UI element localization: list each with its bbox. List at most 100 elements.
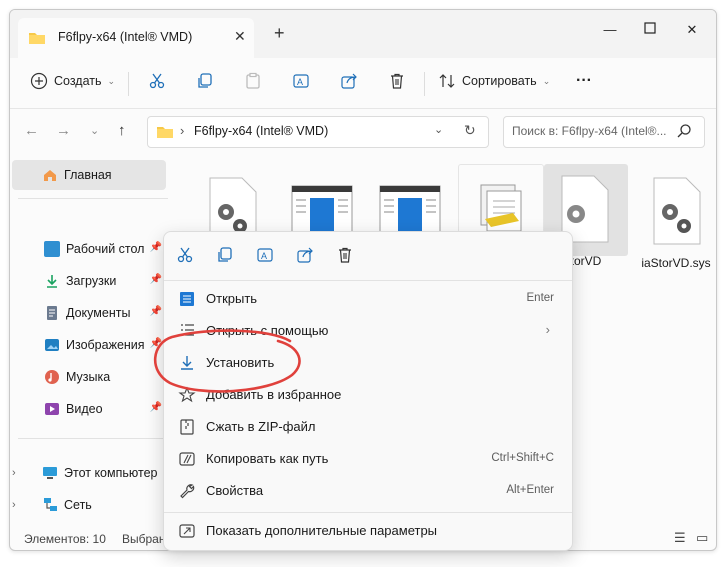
cut-button[interactable]	[148, 72, 166, 90]
chevron-down-icon: ⌄	[542, 75, 551, 86]
menu-item-properties[interactable]: Свойства Alt+Enter	[170, 476, 566, 506]
highlight-circle	[153, 329, 301, 393]
tab-title: F6flpy-x64 (Intel® VMD)	[58, 30, 193, 44]
divider	[18, 198, 168, 199]
refresh-icon[interactable]: ↻	[464, 122, 476, 139]
search-input[interactable]: Поиск в: F6flpy-x64 (Intel®...	[503, 116, 705, 148]
rename-button[interactable]: A	[292, 72, 310, 90]
show-more-icon	[178, 522, 196, 540]
home-icon	[44, 170, 56, 181]
music-icon	[45, 370, 59, 384]
sidebar-label: Документы	[66, 306, 131, 320]
folder-icon	[28, 30, 46, 49]
sidebar-item-this-pc[interactable]: › Этот компьютер	[12, 458, 166, 488]
copy-icon	[198, 73, 212, 88]
trash-icon[interactable]	[336, 246, 356, 266]
menu-item-open[interactable]: Открыть Enter	[170, 284, 566, 314]
chevron-right-icon[interactable]: ›	[12, 467, 24, 479]
menu-item-shortcut: Enter	[526, 292, 555, 304]
more-options-button[interactable]: ···	[576, 72, 592, 90]
download-icon	[47, 275, 57, 288]
divider	[164, 512, 572, 513]
item-count: Элементов: 10	[24, 532, 106, 546]
menu-item-zip[interactable]: Сжать в ZIP-файл	[170, 412, 566, 442]
new-button[interactable]: Создать ⌄	[30, 72, 115, 90]
context-quick-actions: A	[164, 232, 572, 280]
recent-chevron-icon[interactable]: ⌄	[90, 124, 99, 137]
tiles-view-icon[interactable]: ▭	[696, 530, 708, 546]
trash-icon	[391, 73, 403, 89]
divider	[424, 72, 425, 96]
sidebar-item-home[interactable]: Главная	[12, 160, 166, 190]
share-icon	[341, 73, 357, 89]
search-placeholder: Поиск в: F6flpy-x64 (Intel®...	[512, 124, 667, 138]
svg-text:A: A	[261, 251, 267, 261]
sidebar-item-pictures[interactable]: Изображения 📌	[12, 330, 166, 360]
command-bar: Создать ⌄ A Сортировать ⌄ ···	[10, 58, 716, 109]
sort-button[interactable]: Сортировать ⌄	[438, 72, 550, 90]
back-arrow-icon[interactable]: ←	[24, 122, 39, 139]
pictures-icon	[45, 339, 59, 351]
sidebar-label: Сеть	[64, 498, 92, 512]
tab-folder[interactable]: F6flpy-x64 (Intel® VMD) ✕	[18, 18, 254, 58]
close-window-icon[interactable]: ✕	[682, 22, 702, 42]
divider	[18, 438, 168, 439]
chevron-down-icon[interactable]: ⌄	[434, 123, 443, 136]
title-bar: F6flpy-x64 (Intel® VMD) ✕ + — ✕	[10, 10, 716, 58]
sidebar-label: Видео	[66, 402, 103, 416]
menu-item-copy-path[interactable]: Копировать как путь Ctrl+Shift+C	[170, 444, 566, 474]
chevron-right-icon: ›	[180, 123, 185, 138]
clipboard-icon	[246, 72, 260, 89]
pin-icon[interactable]: 📌	[150, 402, 162, 413]
close-tab-icon[interactable]: ✕	[234, 28, 246, 45]
new-tab-button[interactable]: +	[274, 24, 285, 42]
pin-icon[interactable]: 📌	[150, 306, 162, 317]
share-button[interactable]	[340, 72, 358, 90]
file-item[interactable]: iaStorVD.sys	[634, 164, 716, 270]
sidebar-item-downloads[interactable]: Загрузки 📌	[12, 266, 166, 296]
sidebar-label: Музыка	[66, 370, 111, 384]
delete-button[interactable]	[388, 72, 406, 90]
network-icon	[44, 498, 57, 511]
pin-icon[interactable]: 📌	[150, 274, 162, 285]
copy-button[interactable]	[196, 72, 214, 90]
sidebar-item-videos[interactable]: Видео 📌	[12, 394, 166, 424]
navigation-pane: Главная Рабочий стол 📌 Загрузки 📌 Докуме…	[10, 154, 170, 526]
chevron-right-icon: ›	[545, 322, 550, 337]
plus-circle-icon	[30, 72, 48, 90]
pin-icon[interactable]: 📌	[150, 242, 162, 253]
menu-item-label: Свойства	[206, 483, 264, 498]
sidebar-item-desktop[interactable]: Рабочий стол 📌	[12, 234, 166, 264]
forward-arrow-icon[interactable]: →	[56, 122, 71, 139]
chevron-right-icon[interactable]: ›	[12, 499, 24, 511]
copy-icon[interactable]	[216, 246, 236, 266]
scissors-icon[interactable]	[176, 246, 196, 266]
scissors-icon	[149, 73, 165, 89]
file-name: iaStorVD.sys	[641, 256, 711, 270]
paste-button[interactable]	[244, 72, 262, 90]
wrench-icon	[178, 482, 196, 500]
menu-item-show-more[interactable]: Показать дополнительные параметры	[170, 516, 566, 546]
share-icon[interactable]	[296, 246, 316, 266]
menu-item-label: Сжать в ZIP-файл	[206, 419, 316, 434]
up-arrow-icon[interactable]: ↑	[118, 122, 126, 139]
menu-item-label: Открыть	[206, 291, 258, 306]
rename-icon: A	[293, 74, 309, 88]
menu-item-shortcut: Alt+Enter	[506, 484, 554, 496]
address-bar[interactable]: › F6flpy-x64 (Intel® VMD) ⌄ ↻	[147, 116, 489, 148]
document-icon	[47, 306, 57, 320]
svg-text:A: A	[297, 77, 303, 87]
divider	[128, 72, 129, 96]
details-view-icon[interactable]: ☰	[674, 530, 686, 546]
sidebar-item-network[interactable]: › Сеть	[12, 490, 166, 520]
sort-label: Сортировать	[462, 74, 537, 88]
sidebar-item-music[interactable]: Музыка	[12, 362, 166, 392]
sidebar-item-documents[interactable]: Документы 📌	[12, 298, 166, 328]
selected-count: Выбран	[122, 532, 166, 546]
maximize-icon[interactable]	[640, 22, 660, 42]
zip-icon	[178, 418, 196, 436]
video-icon	[45, 403, 59, 415]
rename-icon[interactable]: A	[256, 246, 276, 266]
search-icon	[676, 123, 692, 142]
minimize-icon[interactable]: —	[600, 22, 620, 42]
